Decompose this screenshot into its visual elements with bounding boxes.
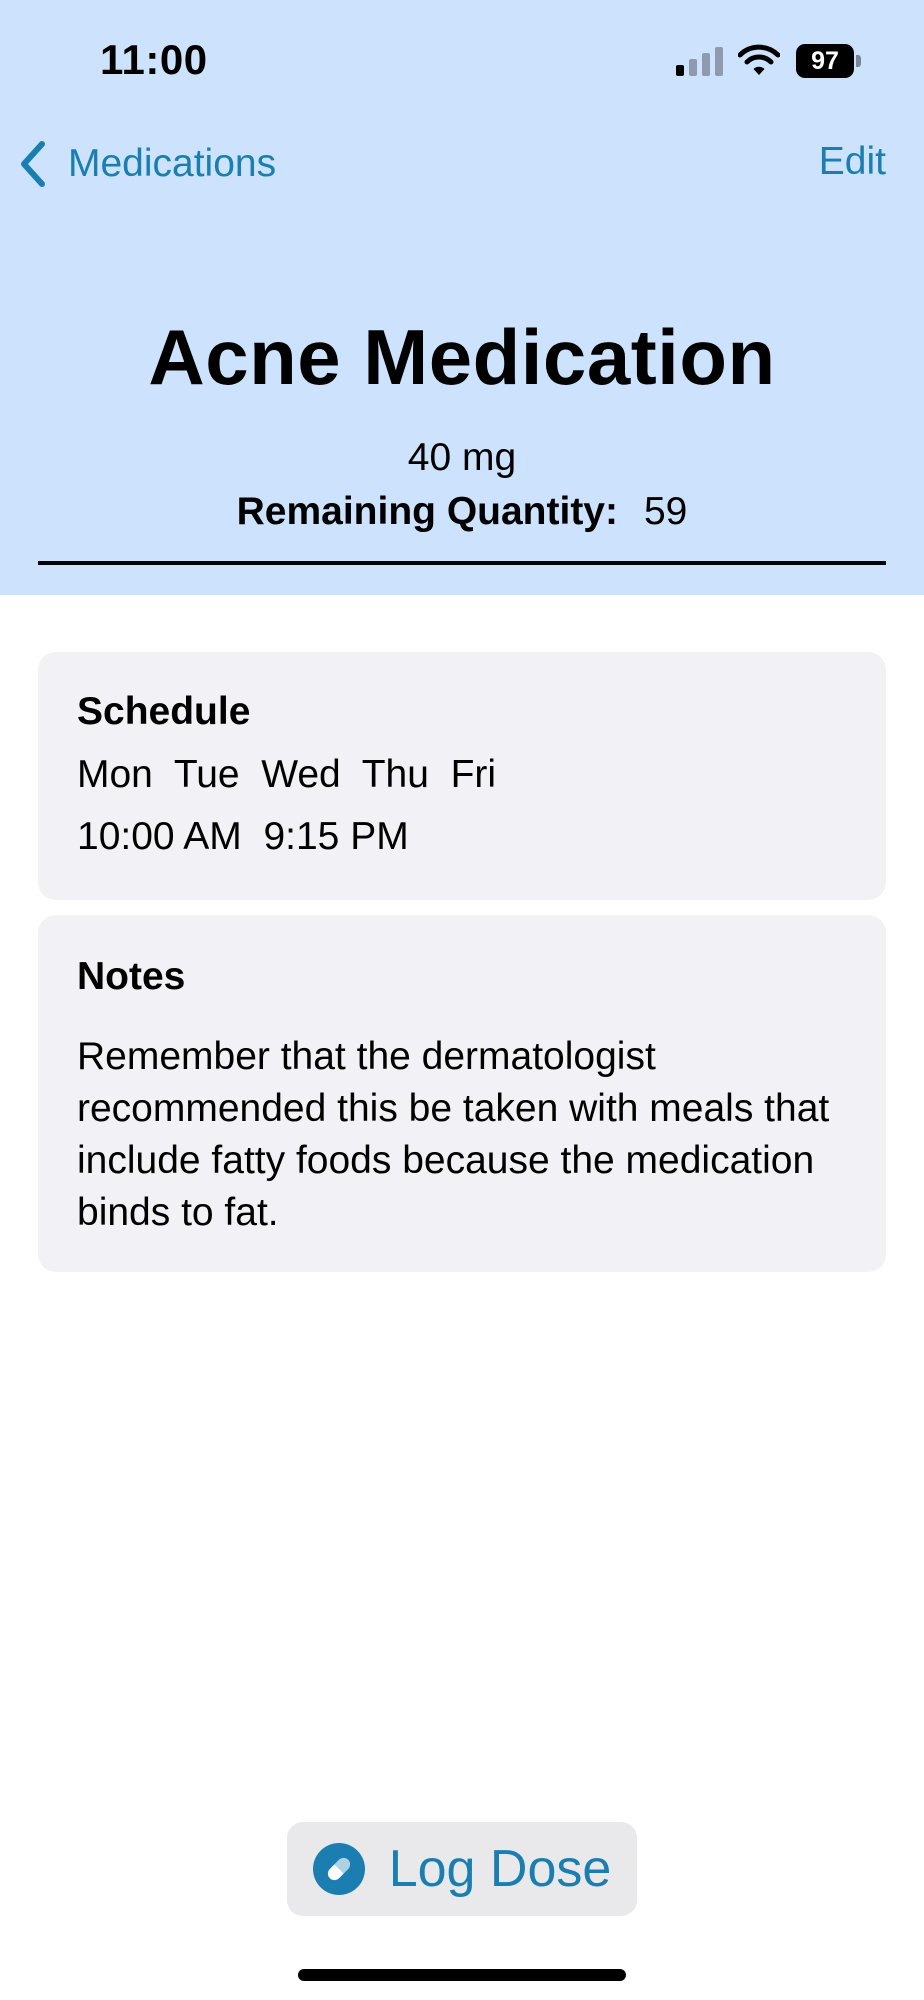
cellular-signal-icon xyxy=(676,46,724,76)
schedule-heading: Schedule xyxy=(77,690,251,733)
home-indicator[interactable] xyxy=(298,1969,626,1981)
header-panel: 11:00 97 Medications Edit Acne Medicatio… xyxy=(0,0,924,595)
remaining-quantity-value: 59 xyxy=(643,490,688,533)
notes-text: Remember that the dermatologist recommen… xyxy=(77,1035,830,1234)
battery-level: 97 xyxy=(796,44,854,78)
log-dose-button[interactable]: Log Dose xyxy=(287,1822,637,1916)
wifi-icon xyxy=(738,44,780,75)
signal-bar xyxy=(715,47,723,76)
signal-bar xyxy=(689,59,697,76)
status-time: 11:00 xyxy=(100,36,208,83)
battery-icon: 97 xyxy=(796,44,862,78)
notes-heading: Notes xyxy=(77,955,186,998)
log-dose-label: Log Dose xyxy=(388,1840,612,1898)
back-button-label: Medications xyxy=(68,142,277,185)
schedule-times: 10:00 AM 9:15 PM xyxy=(77,815,409,858)
header-divider xyxy=(38,561,886,565)
medication-title: Acne Medication xyxy=(148,313,776,401)
battery-cap xyxy=(856,55,861,67)
medication-dose: 40 mg xyxy=(407,436,517,479)
edit-button[interactable]: Edit xyxy=(819,140,886,184)
signal-bar xyxy=(702,53,710,76)
remaining-quantity-label: Remaining Quantity: xyxy=(236,490,618,533)
remaining-quantity: Remaining Quantity: 59 xyxy=(0,490,924,534)
back-button[interactable]: Medications xyxy=(18,136,276,192)
signal-bar xyxy=(676,65,684,76)
chevron-left-icon xyxy=(21,141,45,187)
pill-icon xyxy=(312,1843,365,1895)
schedule-days: Mon Tue Wed Thu Fri xyxy=(77,753,497,796)
schedule-card: Schedule Mon Tue Wed Thu Fri 10:00 AM 9:… xyxy=(38,652,886,900)
notes-card: Notes Remember that the dermatologist re… xyxy=(38,915,886,1272)
